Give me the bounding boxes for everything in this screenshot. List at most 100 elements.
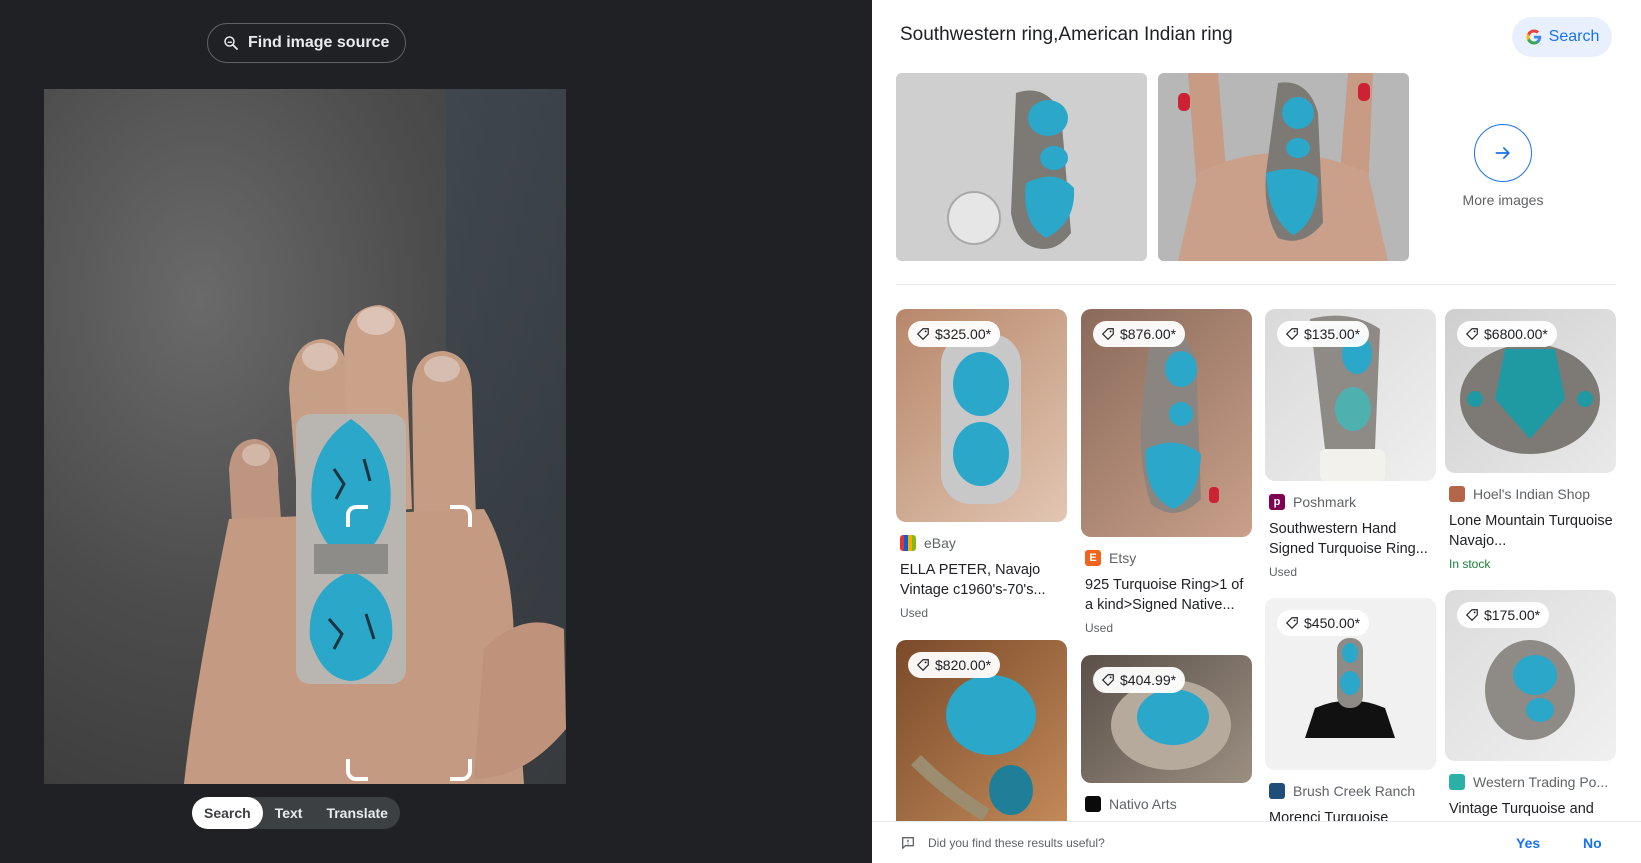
result-card[interactable]: $6800.00* Hoel's Indian Shop Lone Mounta… bbox=[1445, 309, 1616, 571]
poshmark-icon: p bbox=[1269, 494, 1285, 510]
result-title: ELLA PETER, Navajo Vintage c1960's-70's.… bbox=[900, 562, 1046, 598]
arrow-right-icon bbox=[1495, 147, 1510, 159]
hand-illustration bbox=[184, 305, 566, 784]
result-condition: Used bbox=[1085, 621, 1114, 635]
result-image: $6800.00* bbox=[1445, 309, 1616, 473]
top-image-1[interactable] bbox=[896, 73, 1147, 261]
selection-corner-top-left[interactable] bbox=[346, 505, 368, 527]
mode-translate-button[interactable]: Translate bbox=[314, 797, 399, 829]
top-image-2[interactable] bbox=[1158, 73, 1409, 261]
source-name: Etsy bbox=[1109, 550, 1137, 566]
feedback-no-button[interactable]: No bbox=[1583, 835, 1602, 851]
feedback-yes-button[interactable]: Yes bbox=[1516, 835, 1540, 851]
price-tag-icon bbox=[1101, 328, 1114, 341]
price-label: $876.00* bbox=[1120, 326, 1177, 342]
etsy-icon: E bbox=[1085, 550, 1101, 566]
lens-image-pane: Find image source Search Text Translate bbox=[0, 0, 872, 863]
price-tag: $404.99* bbox=[1093, 667, 1186, 693]
result-source: Brush Creek Ranch bbox=[1269, 782, 1436, 800]
ring-with-coin-image bbox=[896, 73, 1147, 261]
result-title: Vintage Turquoise and bbox=[1449, 801, 1594, 817]
mode-text-button[interactable]: Text bbox=[263, 797, 315, 829]
price-tag-icon bbox=[1465, 328, 1478, 341]
selection-box[interactable] bbox=[346, 505, 472, 781]
result-source: p Poshmark bbox=[1269, 493, 1436, 511]
result-image: $820.00* bbox=[896, 640, 1067, 830]
price-tag: $135.00* bbox=[1277, 321, 1370, 347]
price-tag-icon bbox=[916, 328, 929, 341]
result-title: Lone Mountain Turquoise Navajo... bbox=[1449, 513, 1613, 549]
price-label: $820.00* bbox=[935, 657, 992, 673]
price-label: $325.00* bbox=[935, 326, 992, 342]
source-name: Nativo Arts bbox=[1109, 796, 1177, 812]
source-name: eBay bbox=[924, 535, 956, 551]
result-title: Southwestern Hand Signed Turquoise Ring.… bbox=[1269, 521, 1428, 557]
google-search-button[interactable]: Search bbox=[1512, 17, 1612, 57]
price-tag: $876.00* bbox=[1093, 321, 1186, 347]
result-card[interactable]: $404.99* Nativo Arts bbox=[1081, 655, 1252, 813]
price-tag-icon bbox=[1101, 674, 1114, 687]
mode-switch: Search Text Translate bbox=[192, 797, 400, 829]
result-image: $135.00* bbox=[1265, 309, 1436, 481]
price-tag-icon bbox=[916, 659, 929, 672]
find-image-source-button[interactable]: Find image source bbox=[207, 23, 407, 63]
more-images-label: More images bbox=[1462, 192, 1544, 208]
result-source: E Etsy bbox=[1085, 549, 1252, 567]
result-condition: In stock bbox=[1449, 557, 1491, 571]
selection-corner-bottom-left[interactable] bbox=[346, 759, 368, 781]
nativo-arts-icon bbox=[1085, 796, 1101, 812]
source-name: Western Trading Po... bbox=[1473, 774, 1609, 790]
price-tag: $450.00* bbox=[1277, 610, 1370, 636]
western-trading-post-icon bbox=[1449, 774, 1465, 790]
result-card[interactable]: $450.00* Brush Creek Ranch Morenci Turqu… bbox=[1265, 598, 1436, 828]
feedback-question: Did you find these results useful? bbox=[928, 835, 1105, 850]
brush-creek-ranch-icon bbox=[1269, 783, 1285, 799]
result-source: Western Trading Po... bbox=[1449, 773, 1616, 791]
find-image-source-label: Find image source bbox=[248, 34, 390, 51]
price-tag: $6800.00* bbox=[1457, 321, 1557, 347]
more-images-button[interactable]: More images bbox=[1444, 124, 1562, 210]
result-image: $325.00* bbox=[896, 309, 1067, 522]
result-image: $450.00* bbox=[1265, 598, 1436, 770]
selection-corner-top-right[interactable] bbox=[450, 505, 472, 527]
result-condition: Used bbox=[1269, 565, 1298, 579]
selection-corner-bottom-right[interactable] bbox=[450, 759, 472, 781]
result-card[interactable]: $175.00* Western Trading Po... Vintage T… bbox=[1445, 590, 1616, 819]
price-tag-icon bbox=[1285, 328, 1298, 341]
image-search-icon bbox=[224, 36, 238, 50]
google-g-icon bbox=[1526, 29, 1541, 45]
price-label: $6800.00* bbox=[1484, 326, 1548, 342]
google-search-label: Search bbox=[1548, 28, 1600, 45]
result-title: 925 Turquoise Ring>1 of a kind>Signed Na… bbox=[1085, 577, 1244, 613]
more-images-circle bbox=[1474, 124, 1532, 182]
section-divider bbox=[896, 284, 1616, 285]
result-card[interactable]: $820.00* bbox=[896, 640, 1067, 830]
ring-on-hand-image bbox=[1158, 73, 1409, 261]
source-name: Brush Creek Ranch bbox=[1293, 783, 1416, 799]
result-image: $404.99* bbox=[1081, 655, 1252, 783]
feedback-bar: Did you find these results useful? Yes N… bbox=[872, 821, 1641, 863]
result-source: Nativo Arts bbox=[1085, 795, 1252, 813]
results-title: Southwestern ring,American Indian ring bbox=[900, 24, 1233, 45]
mode-search-button[interactable]: Search bbox=[192, 797, 263, 829]
results-pane: Southwestern ring,American Indian ring S… bbox=[872, 0, 1641, 863]
result-card[interactable]: $325.00* eBay ELLA PETER, Navajo Vintage… bbox=[896, 309, 1067, 620]
result-source: Hoel's Indian Shop bbox=[1449, 485, 1616, 503]
result-card[interactable]: $876.00* E Etsy 925 Turquoise Ring>1 of … bbox=[1081, 309, 1252, 635]
source-name: Hoel's Indian Shop bbox=[1473, 486, 1591, 502]
result-source: eBay bbox=[900, 534, 1067, 552]
uploaded-photo bbox=[44, 89, 566, 784]
price-label: $175.00* bbox=[1484, 607, 1541, 623]
result-image: $175.00* bbox=[1445, 590, 1616, 761]
price-tag: $175.00* bbox=[1457, 602, 1550, 628]
price-tag-icon bbox=[1285, 617, 1298, 630]
price-tag: $820.00* bbox=[908, 652, 1001, 678]
result-image: $876.00* bbox=[1081, 309, 1252, 537]
price-label: $450.00* bbox=[1304, 615, 1361, 631]
result-card[interactable]: $135.00* p Poshmark Southwestern Hand Si… bbox=[1265, 309, 1436, 579]
price-label: $404.99* bbox=[1120, 672, 1177, 688]
source-name: Poshmark bbox=[1293, 494, 1357, 510]
price-label: $135.00* bbox=[1304, 326, 1361, 342]
feedback-icon bbox=[902, 836, 914, 849]
price-tag: $325.00* bbox=[908, 321, 1001, 347]
